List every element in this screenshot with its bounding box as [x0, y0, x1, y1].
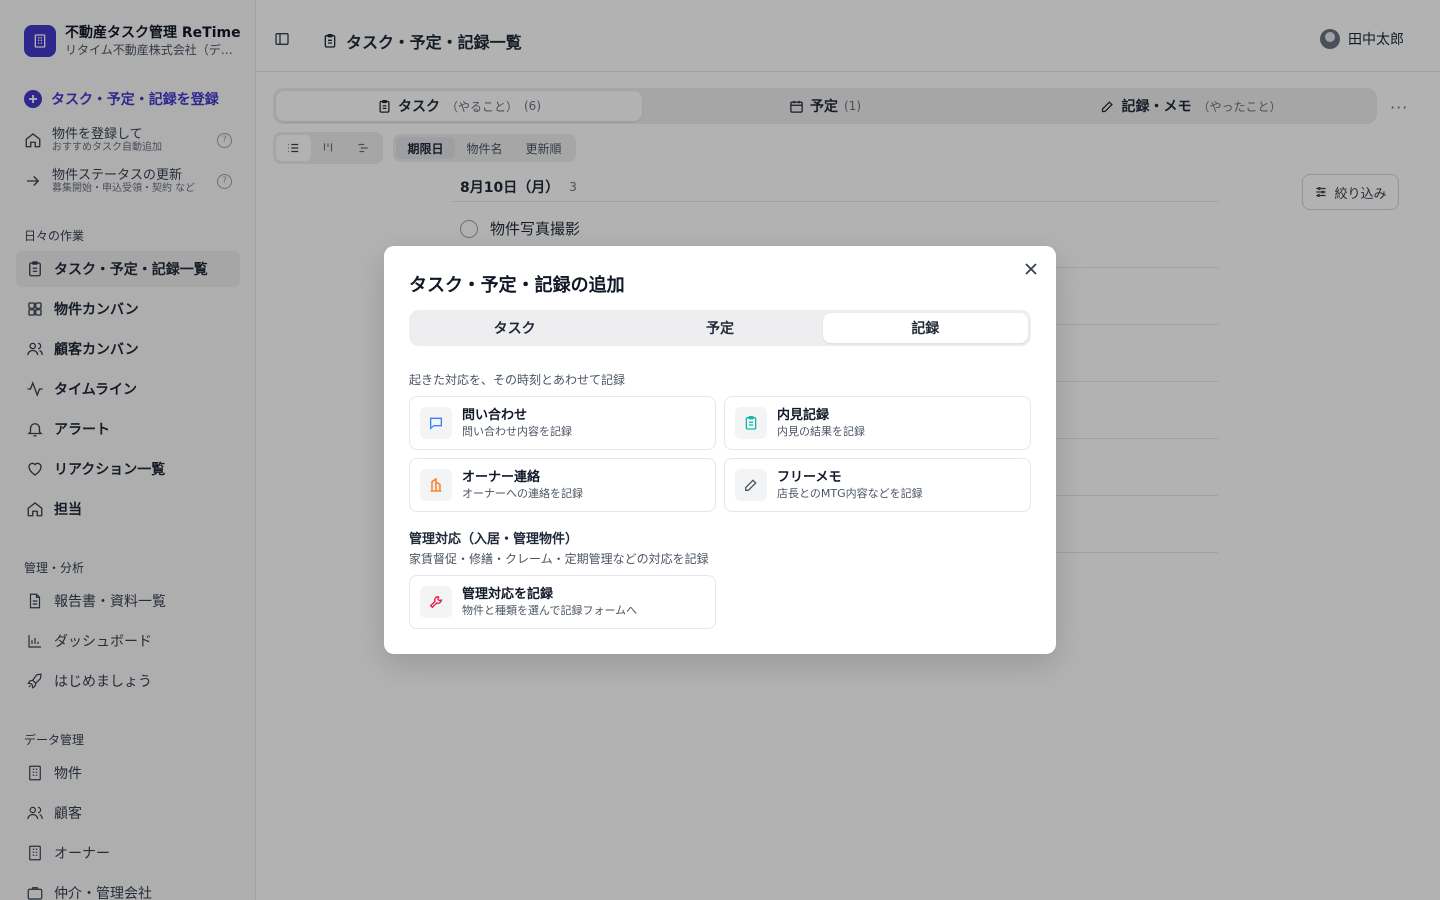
card-subtitle: オーナーへの連絡を記録: [462, 486, 583, 500]
card-subtitle: 物件と種類を選んで記録フォームへ: [462, 603, 638, 617]
management-card[interactable]: 管理対応を記録 物件と種類を選んで記録フォームへ: [409, 575, 716, 629]
management-description: 家賃督促・修繕・クレーム・定期管理などの対応を記録: [409, 552, 709, 566]
management-title: 管理対応（入居・管理物件）: [409, 532, 579, 547]
inquiry-card[interactable]: 問い合わせ 問い合わせ内容を記録: [409, 396, 716, 450]
dialog-title: タスク・予定・記録の追加: [409, 275, 625, 296]
dialog-tabs: タスク 予定 記録: [409, 310, 1031, 346]
dialog-tab-task[interactable]: タスク: [412, 313, 617, 343]
chat-icon: [420, 407, 452, 439]
clipboard-icon: [735, 407, 767, 439]
card-title: 内見記録: [777, 407, 830, 423]
wrench-icon: [420, 586, 452, 618]
add-dialog: タスク・予定・記録の追加 タスク 予定 記録 起きた対応を、その時刻とあわせて記…: [384, 246, 1056, 654]
building-icon: [420, 469, 452, 501]
dialog-tab-schedule[interactable]: 予定: [617, 313, 822, 343]
card-title: 問い合わせ: [462, 407, 528, 423]
card-subtitle: 問い合わせ内容を記録: [462, 424, 572, 438]
card-title: フリーメモ: [777, 469, 842, 485]
card-subtitle: 店長とのMTG内容などを記録: [777, 486, 923, 500]
owner-contact-card[interactable]: オーナー連絡 オーナーへの連絡を記録: [409, 458, 716, 512]
free-memo-card[interactable]: フリーメモ 店長とのMTG内容などを記録: [724, 458, 1031, 512]
card-title: オーナー連絡: [462, 469, 541, 485]
pencil-icon: [735, 469, 767, 501]
viewing-card[interactable]: 内見記録 内見の結果を記録: [724, 396, 1031, 450]
card-title: 管理対応を記録: [462, 586, 554, 602]
dialog-tab-record[interactable]: 記録: [822, 313, 1028, 343]
close-icon[interactable]: [1024, 262, 1038, 276]
card-subtitle: 内見の結果を記録: [777, 424, 865, 438]
record-description: 起きた対応を、その時刻とあわせて記録: [409, 373, 626, 387]
